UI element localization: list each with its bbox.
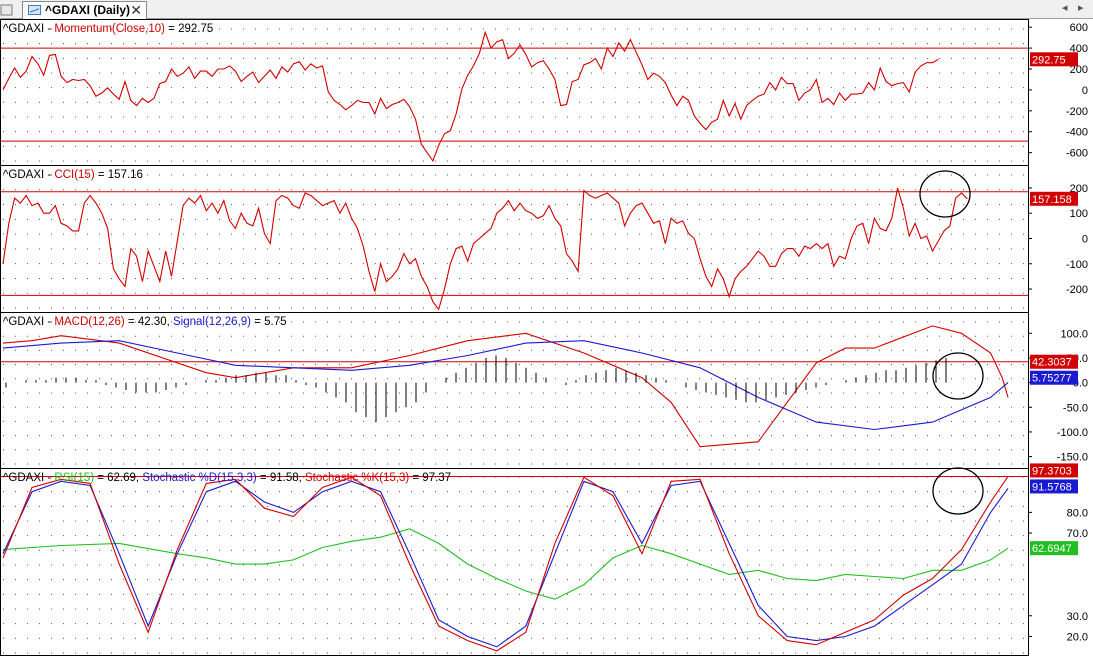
value-label: 42.3037	[1032, 357, 1072, 369]
panel-title-part: Signal(12,26,9)	[173, 316, 251, 328]
panel-title-part: MACD(12,26)	[54, 316, 124, 328]
y-tick-label: 100.0	[1060, 328, 1088, 340]
panel-title-part: = 292.75	[165, 23, 213, 35]
y-tick-label: -200	[1066, 284, 1088, 296]
y-tick-label: -400	[1066, 127, 1088, 139]
value-label: 157.158	[1032, 194, 1072, 206]
series-line-stochastic-k	[2, 476, 1009, 652]
panel-title-part: = 91.58,	[257, 472, 305, 484]
panel-title-part: = 157.16	[95, 169, 143, 181]
y-tick-label: -150.0	[1057, 452, 1088, 464]
panel-frame-2	[0, 312, 1029, 469]
tab-title: ^GDAXI (Daily)	[45, 3, 131, 17]
panel-title-part: ^GDAXI -	[3, 169, 54, 181]
value-label: 97.3703	[1032, 465, 1072, 477]
value-label: 62.6947	[1032, 543, 1072, 555]
panel-title-part: = 62.69,	[94, 472, 142, 484]
panel-frame-3	[0, 468, 1029, 656]
y-tick-label: 20.0	[1067, 631, 1088, 643]
y-tick-label: -50.0	[1063, 402, 1088, 414]
annotation-circle	[932, 352, 984, 400]
y-tick-label: -100	[1066, 259, 1088, 271]
panel-title: ^GDAXI - MACD(12,26) = 42.30, Signal(12,…	[3, 316, 287, 328]
y-tick-label: 30.0	[1067, 611, 1088, 623]
y-tick-label: 0	[1082, 85, 1088, 97]
panel-title-part: CCI(15)	[54, 169, 94, 181]
value-label: 91.5768	[1032, 481, 1072, 493]
y-tick-label: -600	[1066, 148, 1088, 160]
panel-title-part: Momentum(Close,10)	[54, 23, 165, 35]
annotation-circle	[932, 467, 984, 515]
panel-title-part: ^GDAXI -	[3, 316, 54, 328]
panel-title-part: = 5.75	[251, 316, 287, 328]
y-tick-label: 80.0	[1067, 507, 1088, 519]
y-tick-label: -100.0	[1057, 427, 1088, 439]
scroll-right-icon[interactable]: ▸	[1078, 1, 1084, 14]
panel-frame-0	[0, 19, 1029, 166]
y-tick-label: 100	[1070, 208, 1088, 220]
scroll-left-icon[interactable]: ◂	[1062, 1, 1068, 14]
close-icon[interactable]: ✕	[130, 2, 142, 18]
tab-gdaxi-daily[interactable]: ^GDAXI (Daily) ✕	[22, 1, 147, 19]
y-tick-label: 70.0	[1067, 528, 1088, 540]
y-tick-label: 600	[1070, 22, 1088, 34]
panel-title-part: Stochastic %D(15,3,3)	[142, 472, 257, 484]
chart-icon	[28, 5, 41, 15]
panel-title-part: Stochastic %K(15,3)	[305, 472, 409, 484]
tab-bar: ^GDAXI (Daily) ✕ ◂ ▸	[0, 0, 1093, 19]
series-line-rsi	[2, 528, 1009, 600]
panel-title: ^GDAXI - RSI(15) = 62.69, Stochastic %D(…	[3, 472, 451, 484]
panel-title-part: RSI(15)	[54, 472, 94, 484]
value-label: 292.75	[1032, 54, 1066, 66]
panel-frame-1	[0, 165, 1029, 313]
series-line-signal	[2, 340, 1009, 431]
panel-title: ^GDAXI - Momentum(Close,10) = 292.75	[3, 23, 213, 35]
panel-title-part: ^GDAXI -	[3, 472, 54, 484]
panel-title-part: ^GDAXI -	[3, 23, 54, 35]
y-tick-label: 0	[1082, 234, 1088, 246]
series-line-stochastic-d	[2, 480, 1009, 648]
y-tick-label: -200	[1066, 106, 1088, 118]
panel-title: ^GDAXI - CCI(15) = 157.16	[3, 169, 143, 181]
panel-title-part: = 97.37	[409, 472, 451, 484]
value-label: 5.75277	[1032, 373, 1072, 385]
chart-window-icon	[0, 4, 13, 16]
series-line-macd	[2, 325, 1009, 448]
panel-title-part: = 42.30,	[125, 316, 173, 328]
series-line-0-0	[2, 30, 939, 163]
indicator-chart[interactable]: 6004002000-200-400-600^GDAXI - Momentum(…	[0, 19, 1093, 657]
